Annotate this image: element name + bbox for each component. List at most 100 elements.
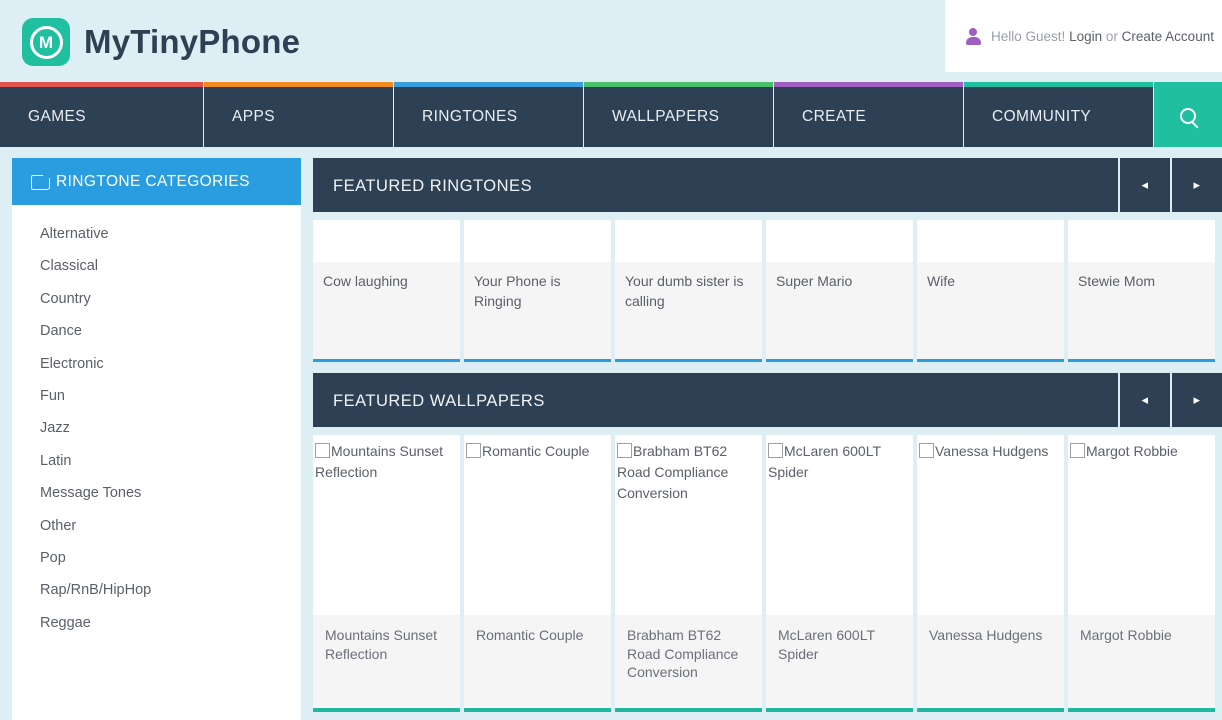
nav-accent-bar — [964, 82, 1153, 87]
account-bar: Hello Guest! Login or Create Account — [945, 0, 1222, 72]
ringtone-card[interactable]: Super Mario — [766, 220, 913, 362]
ringtones-prev-button[interactable]: ◂ — [1118, 158, 1170, 212]
nav-accent-bar — [204, 82, 393, 87]
wallpapers-next-button[interactable]: ▸ — [1170, 373, 1222, 427]
wallpaper-alt-text: Mountains Sunset Reflection — [315, 443, 444, 480]
sidebar-item-fun[interactable]: Fun — [12, 381, 301, 413]
featured-ringtones-row: Cow laughing Your Phone is Ringing Your du… — [313, 220, 1222, 362]
wallpaper-card[interactable]: Mountains Sunset Reflection Mountains Sun… — [313, 435, 460, 712]
sidebar-title: RINGTONE CATEGORIES — [56, 172, 250, 190]
brand-logo[interactable]: M MyTinyPhone — [22, 18, 300, 66]
wallpaper-image-placeholder: Brabham BT62 Road Compliance Conversion — [615, 435, 762, 615]
nav-item-label: GAMES — [28, 108, 86, 125]
greeting-label: Hello Guest! — [991, 28, 1066, 44]
ringtone-thumbnail — [917, 220, 1064, 262]
ringtone-thumbnail — [766, 220, 913, 262]
wallpaper-image-placeholder: McLaren 600LT Spider — [766, 435, 913, 615]
wallpaper-image-placeholder: Vanessa Hudgens — [917, 435, 1064, 615]
sidebar-header: RINGTONE CATEGORIES — [12, 158, 301, 205]
sidebar-item-classical[interactable]: Classical — [12, 251, 301, 283]
sidebar-item-other[interactable]: Other — [12, 511, 301, 543]
wallpaper-image-placeholder: Romantic Couple — [464, 435, 611, 615]
wallpaper-title: Margot Robbie — [1080, 627, 1172, 643]
broken-image-icon — [617, 443, 632, 458]
nav-item-label: WALLPAPERS — [612, 108, 720, 125]
wallpaper-image-placeholder: Margot Robbie — [1068, 435, 1215, 615]
nav-item-label: COMMUNITY — [992, 108, 1092, 125]
sidebar-item-latin[interactable]: Latin — [12, 446, 301, 478]
nav-accent-bar — [584, 82, 773, 87]
ringtone-title: Super Mario — [776, 273, 853, 289]
ringtone-card[interactable]: Your Phone is Ringing — [464, 220, 611, 362]
sidebar-item-country[interactable]: Country — [12, 284, 301, 316]
featured-ringtones-header: FEATURED RINGTONES ◂ ▸ — [313, 158, 1222, 212]
ringtone-title: Your Phone is Ringing — [474, 273, 561, 310]
sidebar-item-message-tones[interactable]: Message Tones — [12, 478, 301, 510]
sidebar-item-alternative[interactable]: Alternative — [12, 219, 301, 251]
wallpaper-card[interactable]: Brabham BT62 Road Compliance Conversion B… — [615, 435, 762, 712]
ringtone-card[interactable]: Cow laughing — [313, 220, 460, 362]
wallpaper-title: McLaren 600LT Spider — [778, 627, 875, 662]
or-label: or — [1105, 28, 1118, 44]
broken-image-icon — [768, 443, 783, 458]
nav-item-create[interactable]: CREATE — [774, 82, 964, 147]
sidebar-item-pop[interactable]: Pop — [12, 543, 301, 575]
logo-icon: M — [22, 18, 70, 66]
sidebar-item-rap-rnb-hiphop[interactable]: Rap/RnB/HipHop — [12, 575, 301, 607]
main-navigation: GAMES APPS RINGTONES WALLPAPERS CREATE COMMUN… — [0, 82, 1222, 147]
ringtone-card[interactable]: Your dumb sister is calling — [615, 220, 762, 362]
nav-item-wallpapers[interactable]: WALLPAPERS — [584, 82, 774, 147]
wallpaper-alt-text: Brabham BT62 Road Compliance Conversion — [617, 443, 729, 501]
wallpaper-alt-text: Romantic Couple — [482, 443, 590, 459]
nav-item-apps[interactable]: APPS — [204, 82, 394, 147]
user-icon — [965, 28, 981, 45]
featured-wallpapers-header: FEATURED WALLPAPERS ◂ ▸ — [313, 373, 1222, 427]
nav-item-label: RINGTONES — [422, 108, 518, 125]
nav-item-ringtones[interactable]: RINGTONES — [394, 82, 584, 147]
wallpaper-card[interactable]: Romantic Couple Romantic Couple — [464, 435, 611, 712]
sidebar-item-electronic[interactable]: Electronic — [12, 349, 301, 381]
ringtone-thumbnail — [313, 220, 460, 262]
wallpaper-alt-text: Vanessa Hudgens — [935, 443, 1049, 459]
featured-ringtones-title: FEATURED RINGTONES — [333, 176, 533, 195]
sidebar-item-jazz[interactable]: Jazz — [12, 413, 301, 445]
nav-accent-bar — [0, 82, 203, 87]
site-header: M MyTinyPhone Hello Guest! Login or Crea… — [0, 0, 1222, 82]
sidebar-item-dance[interactable]: Dance — [12, 316, 301, 348]
nav-item-label: CREATE — [802, 108, 867, 125]
nav-item-games[interactable]: GAMES — [0, 82, 204, 147]
ringtone-card[interactable]: Stewie Mom — [1068, 220, 1215, 362]
ringtone-title: Stewie Mom — [1078, 273, 1156, 289]
nav-accent-bar — [774, 82, 963, 87]
account-text: Hello Guest! Login or Create Account — [991, 29, 1214, 44]
broken-image-icon — [1070, 443, 1085, 458]
featured-wallpapers-title: FEATURED WALLPAPERS — [333, 391, 545, 410]
ringtones-next-button[interactable]: ▸ — [1170, 158, 1222, 212]
wallpaper-title: Vanessa Hudgens — [929, 627, 1043, 643]
ringtone-thumbnail — [615, 220, 762, 262]
wallpaper-card[interactable]: McLaren 600LT Spider McLaren 600LT Spider — [766, 435, 913, 712]
brand-name: MyTinyPhone — [84, 23, 301, 60]
sidebar-item-reggae[interactable]: Reggae — [12, 608, 301, 640]
create-account-link[interactable]: Create Account — [1122, 29, 1214, 44]
wallpaper-card[interactable]: Margot Robbie Margot Robbie — [1068, 435, 1215, 712]
ringtone-title: Cow laughing — [323, 273, 408, 289]
ringtone-card[interactable]: Wife — [917, 220, 1064, 362]
ringtone-title: Your dumb sister is calling — [625, 273, 744, 310]
nav-item-label: APPS — [232, 108, 275, 125]
nav-item-community[interactable]: COMMUNITY — [964, 82, 1154, 147]
nav-accent-bar — [394, 82, 583, 87]
search-icon — [1180, 108, 1196, 124]
page-body: RINGTONE CATEGORIES Alternative Classical… — [0, 147, 1222, 720]
wallpaper-title: Romantic Couple — [476, 627, 584, 643]
wallpaper-image-placeholder: Mountains Sunset Reflection — [313, 435, 460, 615]
main-content: FEATURED RINGTONES ◂ ▸ Cow laughing Your … — [313, 158, 1222, 720]
broken-image-icon — [919, 443, 934, 458]
search-button[interactable] — [1154, 82, 1222, 147]
wallpaper-alt-text: Margot Robbie — [1086, 443, 1178, 459]
login-link[interactable]: Login — [1069, 29, 1102, 44]
ringtone-thumbnail — [1068, 220, 1215, 262]
wallpaper-card[interactable]: Vanessa Hudgens Vanessa Hudgens — [917, 435, 1064, 712]
wallpapers-prev-button[interactable]: ◂ — [1118, 373, 1170, 427]
logo-letter: M — [29, 25, 63, 59]
